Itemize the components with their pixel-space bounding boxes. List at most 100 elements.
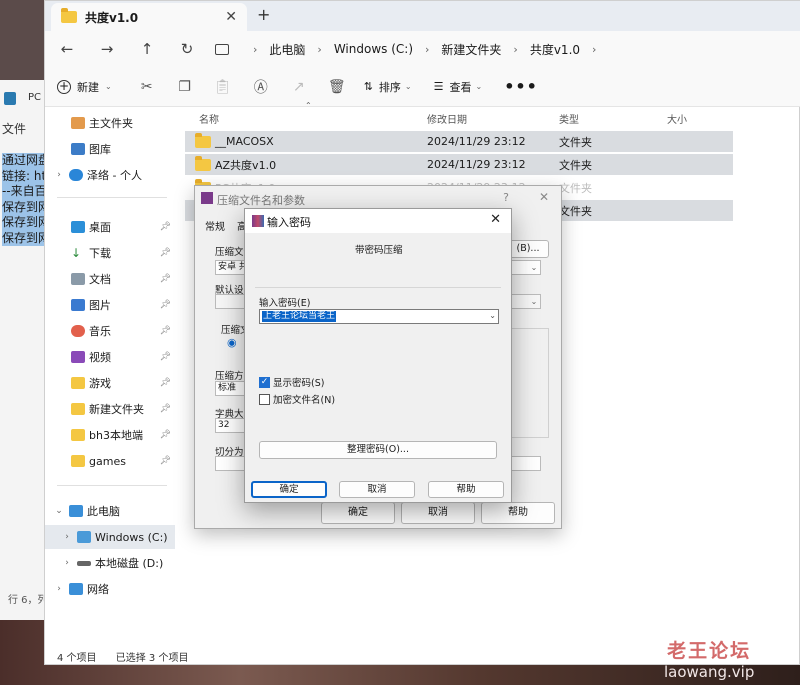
breadcrumb-this-pc[interactable]: 此电脑 xyxy=(269,41,305,58)
tab-general[interactable]: 常规 xyxy=(205,218,225,233)
sidebar-item-desktop[interactable]: 桌面 📌︎ xyxy=(45,215,175,239)
sidebar-item-drive-d[interactable]: › 本地磁盘 (D:) xyxy=(45,551,175,575)
pin-icon[interactable]: 📌︎ xyxy=(160,222,171,232)
breadcrumb: › 此电脑 › Windows (C:) › 新建文件夹 › 共度v1.0 › xyxy=(215,31,608,67)
sidebar-item-this-pc[interactable]: ⌄ 此电脑 xyxy=(45,499,175,523)
encrypt-names-checkbox[interactable]: 加密文件名(N) xyxy=(259,392,335,406)
ok-button[interactable]: 确定 xyxy=(251,481,327,498)
sidebar-item-videos[interactable]: 视频 📌︎ xyxy=(45,345,175,369)
close-icon[interactable]: ✕ xyxy=(490,212,501,227)
sidebar-item-label: 本地磁盘 (D:) xyxy=(95,557,164,570)
refresh-icon[interactable]: ↻ xyxy=(167,40,207,58)
column-header-name[interactable]: 名称 xyxy=(199,111,219,126)
pin-icon[interactable]: 📌︎ xyxy=(160,430,171,440)
more-options-button[interactable]: ••• xyxy=(504,77,538,96)
chevron-down-icon[interactable]: ⌄ xyxy=(527,294,541,309)
chevron-right-icon[interactable]: › xyxy=(61,532,73,542)
chevron-down-icon[interactable]: ⌄ xyxy=(527,260,541,275)
sidebar-item-home[interactable]: 主文件夹 xyxy=(45,111,175,135)
pin-icon[interactable]: 📌︎ xyxy=(160,456,171,466)
notepad-icon xyxy=(4,92,16,105)
chevron-right-icon[interactable]: › xyxy=(53,584,65,594)
pin-icon[interactable]: 📌︎ xyxy=(160,404,171,414)
paste-icon[interactable]: 📋︎ xyxy=(204,79,242,95)
sidebar-item-bh3[interactable]: bh3本地端 📌︎ xyxy=(45,423,175,447)
delete-icon[interactable]: 🗑︎ xyxy=(318,79,356,95)
chevron-right-icon[interactable]: › xyxy=(53,170,65,180)
column-header-date[interactable]: 修改日期 xyxy=(427,111,467,126)
params-ok-button[interactable]: 确定 xyxy=(321,502,395,524)
notepad-text[interactable]: 通过网盘 链接: htt --来自百 保存到网 保存到网 保存到网 xyxy=(2,153,50,246)
pin-icon[interactable]: 📌︎ xyxy=(160,300,171,310)
sidebar-item-music[interactable]: 音乐 📌︎ xyxy=(45,319,175,343)
network-icon xyxy=(69,583,83,595)
sidebar-item-new-folder[interactable]: 新建文件夹 📌︎ xyxy=(45,397,175,421)
dialog-title-bar: 输入密码 ✕ xyxy=(245,209,511,233)
pin-icon[interactable]: 📌︎ xyxy=(160,378,171,388)
help-icon[interactable]: ? xyxy=(503,191,509,204)
sidebar-item-gallery[interactable]: 图库 xyxy=(45,137,175,161)
breadcrumb-new-folder[interactable]: 新建文件夹 xyxy=(441,41,501,58)
divider xyxy=(57,197,167,198)
new-tab-button[interactable]: + xyxy=(257,5,270,24)
column-header-type[interactable]: 类型 xyxy=(559,111,579,126)
tab-title: 共度v1.0 xyxy=(85,10,139,25)
up-icon[interactable]: ↑ xyxy=(127,40,167,58)
share-icon[interactable]: ↗ xyxy=(280,79,318,95)
pin-icon[interactable]: 📌︎ xyxy=(160,352,171,362)
sidebar-item-games[interactable]: games 📌︎ xyxy=(45,449,175,473)
forward-icon[interactable]: → xyxy=(87,40,127,58)
sidebar-item-network[interactable]: › 网络 xyxy=(45,577,175,601)
rename-icon[interactable]: Ⓐ xyxy=(242,77,280,97)
chevron-right-icon[interactable]: › xyxy=(61,558,73,568)
sidebar-item-games-cn[interactable]: 游戏 📌︎ xyxy=(45,371,175,395)
winrar-icon xyxy=(252,215,264,227)
chevron-right-icon[interactable]: › xyxy=(592,43,596,56)
breadcrumb-current[interactable]: 共度v1.0 xyxy=(530,41,580,58)
table-row[interactable]: __MACOSX 2024/11/29 23:12 文件夹 xyxy=(185,131,733,152)
sort-label: 排序 xyxy=(378,80,401,94)
chevron-right-icon[interactable]: › xyxy=(425,43,429,56)
new-button[interactable]: + 新建 ⌄ xyxy=(57,79,112,95)
sort-button[interactable]: ⇅ 排序 ⌄ xyxy=(364,79,412,95)
table-row[interactable]: AZ共度v1.0 2024/11/29 23:12 文件夹 xyxy=(185,154,733,175)
video-icon xyxy=(71,351,85,363)
sidebar-item-pictures[interactable]: 图片 📌︎ xyxy=(45,293,175,317)
tab-current-folder[interactable]: 共度v1.0 ✕ xyxy=(51,3,247,31)
chevron-down-icon: ⌄ xyxy=(404,82,412,91)
section-title: 带密码压缩 xyxy=(355,245,403,256)
breadcrumb-drive-c[interactable]: Windows (C:) xyxy=(334,42,413,56)
browse-button[interactable]: (B)... xyxy=(507,240,549,258)
column-header-size[interactable]: 大小 xyxy=(667,111,687,126)
chevron-right-icon[interactable]: › xyxy=(317,43,321,56)
cut-icon[interactable]: ✂ xyxy=(128,79,166,95)
params-cancel-button[interactable]: 取消 xyxy=(401,502,475,524)
pin-icon[interactable]: 📌︎ xyxy=(160,326,171,336)
params-help-button[interactable]: 帮助 xyxy=(481,502,555,524)
sidebar-item-documents[interactable]: 文档 📌︎ xyxy=(45,267,175,291)
password-input[interactable]: 上老王论坛当老王 ⌄ xyxy=(259,309,499,324)
notepad-tab[interactable]: PC xyxy=(28,92,41,103)
sidebar-item-drive-c[interactable]: › Windows (C:) xyxy=(45,525,175,549)
chevron-down-icon[interactable]: ⌄ xyxy=(53,506,65,516)
checkbox-checked-icon: ✓ xyxy=(259,376,270,388)
sidebar-item-downloads[interactable]: ↓ 下载 📌︎ xyxy=(45,241,175,265)
show-password-checkbox[interactable]: ✓ 显示密码(S) xyxy=(259,375,324,389)
close-icon[interactable]: ✕ xyxy=(539,190,549,204)
close-icon[interactable]: ✕ xyxy=(225,9,237,25)
chevron-right-icon[interactable]: › xyxy=(253,43,257,56)
chevron-down-icon[interactable]: ⌄ xyxy=(489,311,496,320)
help-button[interactable]: 帮助 xyxy=(428,481,504,498)
view-button[interactable]: ☰ 查看 ⌄ xyxy=(434,79,483,95)
computer-icon[interactable] xyxy=(215,43,229,55)
chevron-right-icon[interactable]: › xyxy=(513,43,517,56)
radio-icon[interactable]: ◉ xyxy=(227,336,237,349)
sidebar-item-onedrive[interactable]: › 泽络 - 个人 xyxy=(45,163,175,187)
copy-icon[interactable]: ❐ xyxy=(166,79,204,95)
back-icon[interactable]: ← xyxy=(47,40,87,58)
cancel-button[interactable]: 取消 xyxy=(339,481,415,498)
pin-icon[interactable]: 📌︎ xyxy=(160,248,171,258)
pin-icon[interactable]: 📌︎ xyxy=(160,274,171,284)
notepad-menu-file[interactable]: 文件 xyxy=(2,120,26,137)
organize-passwords-button[interactable]: 整理密码(O)... xyxy=(259,441,497,459)
